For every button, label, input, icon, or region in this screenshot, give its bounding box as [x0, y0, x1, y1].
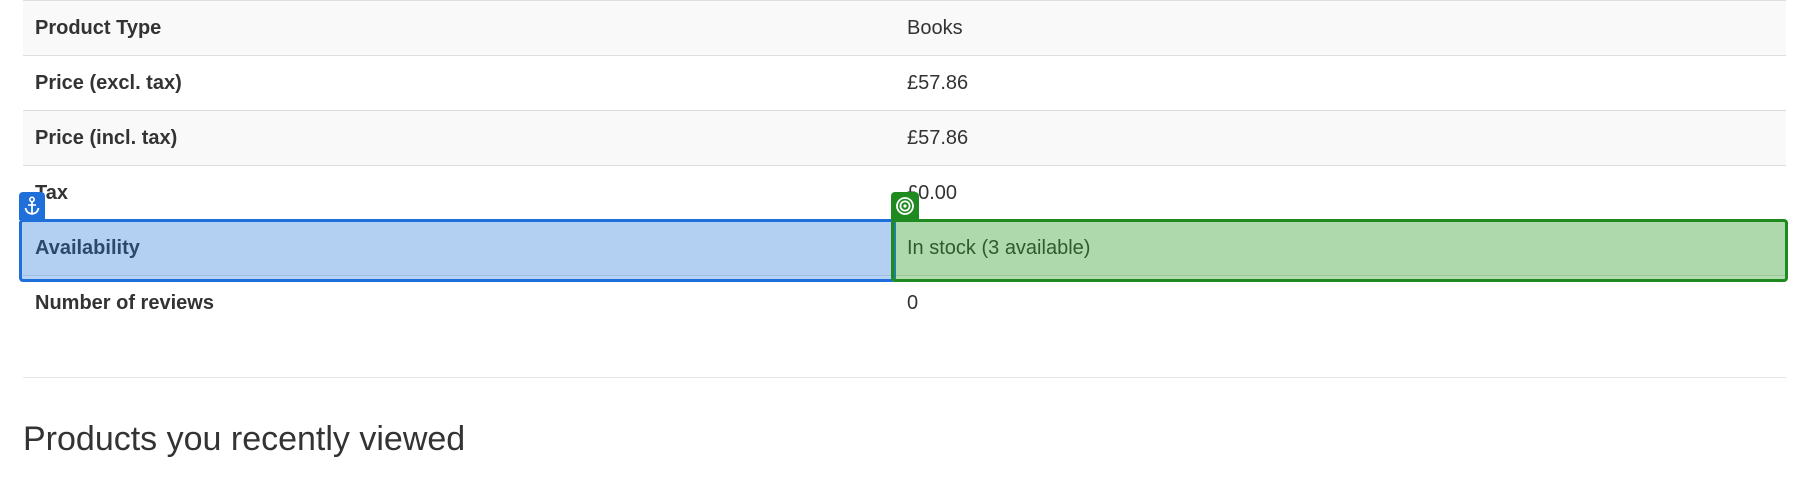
target-highlight-box: [891, 219, 1788, 282]
row-value: £57.86: [895, 55, 1786, 111]
anchor-icon: [19, 192, 45, 220]
anchor-highlight-box: [19, 219, 896, 282]
section-divider: [23, 377, 1786, 378]
row-label: Tax: [23, 165, 895, 221]
row-value: 0: [895, 275, 1786, 331]
table-row-price-incl-tax: Price (incl. tax) £57.86: [23, 110, 1786, 166]
row-label: Number of reviews: [23, 275, 895, 331]
target-icon: [891, 192, 919, 220]
product-page: Product Type Books Price (excl. tax) £57…: [0, 0, 1806, 480]
recently-viewed-heading: Products you recently viewed: [23, 420, 466, 458]
row-label: Price (incl. tax): [23, 110, 895, 166]
row-label: Price (excl. tax): [23, 55, 895, 111]
row-value: £57.86: [895, 110, 1786, 166]
table-row-number-of-reviews: Number of reviews 0: [23, 275, 1786, 331]
row-value: Books: [895, 0, 1786, 56]
table-row-price-excl-tax: Price (excl. tax) £57.86: [23, 55, 1786, 111]
table-row-product-type: Product Type Books: [23, 0, 1786, 56]
row-label: Product Type: [23, 0, 895, 56]
row-value: £0.00: [895, 165, 1786, 221]
